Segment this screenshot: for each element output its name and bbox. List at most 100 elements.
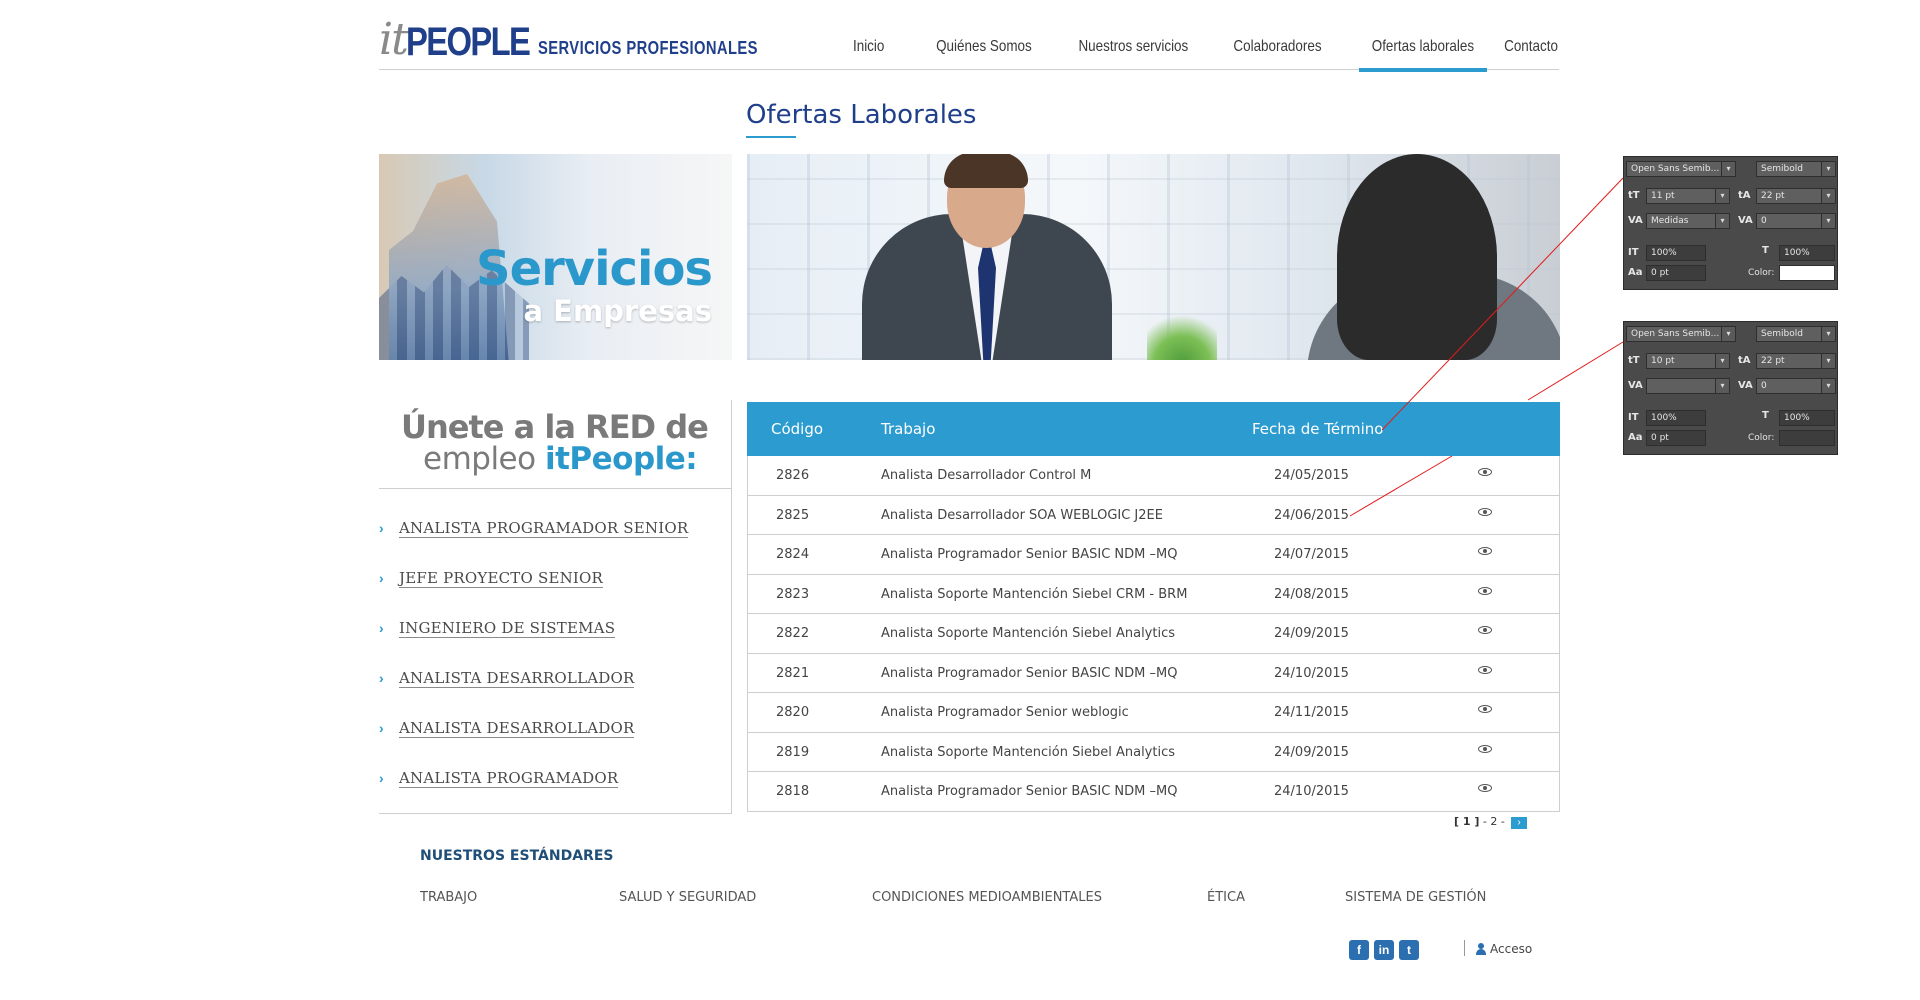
chevron-right-icon: ›: [379, 670, 384, 686]
sidebar-job-label: ANALISTA PROGRAMADOR: [399, 768, 619, 788]
nav-nuestros-servicios[interactable]: Nuestros servicios: [1059, 38, 1207, 70]
table-row: 2825 Analista Desarrollador SOA WEBLOGIC …: [747, 495, 1560, 535]
cell-date: 24/05/2015: [1274, 468, 1349, 483]
twitter-icon[interactable]: t: [1399, 940, 1419, 960]
cell-code: 2825: [776, 507, 810, 523]
eye-icon[interactable]: [1478, 507, 1492, 516]
itpeople-logo[interactable]: it PEOPLE: [379, 12, 556, 64]
sidebar-job-link[interactable]: › JEFE PROYECTO SENIOR: [379, 565, 604, 591]
eye-icon[interactable]: [1478, 744, 1492, 753]
eye-icon[interactable]: [1478, 705, 1492, 713]
nav-colaboradores[interactable]: Colaboradores: [1207, 38, 1347, 70]
eye-icon[interactable]: [1478, 784, 1492, 792]
ps-font-weight-select[interactable]: Semibold ▾: [1756, 326, 1836, 342]
join-network-sidebar: Únete a la RED de empleo itPeople: › ANAL…: [379, 400, 732, 814]
ps-baseline-field[interactable]: 0 pt: [1646, 430, 1706, 446]
nav-inicio[interactable]: Inicio: [829, 38, 909, 70]
cell-date: 24/09/2015: [1274, 626, 1349, 641]
column-header-code[interactable]: Código: [771, 420, 823, 438]
horizontal-scale-icon: T: [1762, 410, 1769, 421]
ps-font-weight-value: Semibold: [1761, 164, 1803, 174]
ps-leading-value: 22 pt: [1761, 356, 1785, 366]
ps-baseline-field[interactable]: 0 pt: [1646, 265, 1706, 281]
sidebar-job-link[interactable]: › INGENIERO DE SISTEMAS: [379, 615, 616, 641]
table-row: 2826 Analista Desarrollador Control M 24/0…: [747, 456, 1560, 496]
cell-job[interactable]: Analista Soporte Mantención Siebel Analy…: [881, 745, 1175, 760]
sidebar-job-link[interactable]: › ANALISTA DESARROLLADOR: [379, 715, 635, 741]
ps-horizontal-scale-field[interactable]: 100%: [1779, 245, 1835, 261]
chevron-down-icon: ▾: [1721, 327, 1735, 341]
ps-vertical-scale-field[interactable]: 100%: [1646, 245, 1706, 261]
cell-job[interactable]: Analista Programador Senior BASIC NDM –M…: [881, 784, 1177, 799]
sidebar-job-link[interactable]: › ANALISTA DESARROLLADOR: [379, 665, 635, 691]
cell-job[interactable]: Analista Programador Senior BASIC NDM –M…: [881, 666, 1177, 681]
standards-title: NUESTROS ESTÁNDARES: [420, 848, 614, 864]
logo-tagline: SERVICIOS PROFESIONALES: [538, 38, 758, 58]
join-heading-brand: itPeople:: [544, 441, 698, 477]
nav-quienes-somos[interactable]: Quiénes Somos: [909, 38, 1059, 70]
ps-kerning-field[interactable]: Medidas ▾: [1646, 213, 1730, 229]
ps-font-size-field[interactable]: 11 pt ▾: [1646, 188, 1730, 204]
cell-date: 24/08/2015: [1274, 586, 1349, 602]
ps-vertical-scale-field[interactable]: 100%: [1646, 410, 1706, 426]
ps-font-size-field[interactable]: 10 pt ▾: [1646, 353, 1730, 369]
column-header-job[interactable]: Trabajo: [881, 420, 935, 438]
pager-trail: -: [1497, 815, 1505, 828]
eye-icon[interactable]: [1478, 468, 1492, 476]
cell-job[interactable]: Analista Desarrollador SOA WEBLOGIC J2EE: [881, 508, 1163, 523]
standard-link-trabajo[interactable]: TRABAJO: [420, 890, 477, 905]
cell-code: 2818: [776, 784, 810, 799]
services-banner[interactable]: Servicios a Empresas: [379, 154, 732, 360]
table-row: 2818 Analista Programador Senior BASIC ND…: [747, 772, 1560, 812]
nav-contacto[interactable]: Contacto: [1499, 38, 1559, 70]
ps-horizontal-scale-field[interactable]: 100%: [1779, 410, 1835, 426]
sidebar-job-label: ANALISTA DESARROLLADOR: [399, 718, 635, 738]
login-label: Acceso: [1490, 942, 1533, 956]
ps-tracking-field[interactable]: 0 ▾: [1756, 378, 1836, 394]
baseline-shift-icon: Aa: [1628, 432, 1643, 443]
nav-ofertas-laborales[interactable]: Ofertas laborales: [1347, 38, 1499, 72]
ps-leading-field[interactable]: 22 pt ▾: [1756, 353, 1836, 369]
eye-icon[interactable]: [1478, 626, 1492, 634]
standard-link-condiciones[interactable]: CONDICIONES MEDIOAMBIENTALES: [872, 890, 1102, 905]
ps-font-size-value: 10 pt: [1651, 356, 1675, 366]
login-link[interactable]: Acceso: [1476, 942, 1532, 956]
standard-link-sistema[interactable]: SISTEMA DE GESTIÓN: [1345, 890, 1486, 905]
cell-job[interactable]: Analista Soporte Mantención Siebel Analy…: [881, 626, 1175, 641]
cell-job[interactable]: Analista Programador Senior weblogic: [881, 705, 1129, 720]
ps-leading-field[interactable]: 22 pt ▾: [1756, 188, 1836, 204]
column-header-date[interactable]: Fecha de Término: [1252, 420, 1383, 438]
cell-job[interactable]: Analista Desarrollador Control M: [881, 468, 1091, 483]
ps-color-swatch[interactable]: [1779, 430, 1835, 446]
standard-link-etica[interactable]: ÉTICA: [1207, 890, 1245, 905]
sidebar-job-label: JEFE PROYECTO SENIOR: [399, 568, 604, 588]
ps-font-family-select[interactable]: Open Sans Semib... ▾: [1626, 326, 1736, 342]
eye-icon[interactable]: [1478, 547, 1492, 555]
table-header: Código Trabajo Fecha de Término: [747, 402, 1560, 456]
sidebar-job-link[interactable]: › ANALISTA PROGRAMADOR SENIOR: [379, 515, 689, 541]
baseline-shift-icon: Aa: [1628, 267, 1643, 278]
kerning-icon: VA: [1628, 380, 1643, 391]
eye-icon[interactable]: [1478, 665, 1492, 674]
ps-tracking-field[interactable]: 0 ▾: [1756, 213, 1836, 229]
linkedin-icon[interactable]: in: [1374, 940, 1394, 960]
pager-next-button[interactable]: ›: [1511, 817, 1527, 829]
pager-current[interactable]: [ 1 ]: [1454, 815, 1479, 828]
job-offers-table: Código Trabajo Fecha de Término 2826 Anal…: [747, 402, 1560, 812]
ps-font-family-select[interactable]: Open Sans Semib... ▾: [1626, 161, 1736, 177]
cell-job[interactable]: Analista Soporte Mantención Siebel CRM -…: [881, 587, 1187, 602]
pagination: [ 1 ] - 2 -: [1454, 815, 1505, 828]
logo-people: PEOPLE: [405, 20, 531, 64]
sidebar-job-link[interactable]: › ANALISTA PROGRAMADOR: [379, 765, 619, 791]
eye-icon[interactable]: [1478, 586, 1492, 595]
ps-font-weight-select[interactable]: Semibold ▾: [1756, 161, 1836, 177]
ps-tracking-value: 0: [1761, 216, 1767, 226]
cell-date: 24/11/2015: [1274, 705, 1349, 720]
ps-color-swatch[interactable]: [1779, 265, 1835, 281]
font-size-icon: tT: [1628, 190, 1640, 201]
cell-code: 2823: [776, 586, 810, 602]
facebook-icon[interactable]: f: [1349, 940, 1369, 960]
cell-job[interactable]: Analista Programador Senior BASIC NDM –M…: [881, 547, 1177, 562]
standard-link-salud[interactable]: SALUD Y SEGURIDAD: [619, 890, 756, 905]
ps-kerning-field[interactable]: ▾: [1646, 378, 1730, 394]
